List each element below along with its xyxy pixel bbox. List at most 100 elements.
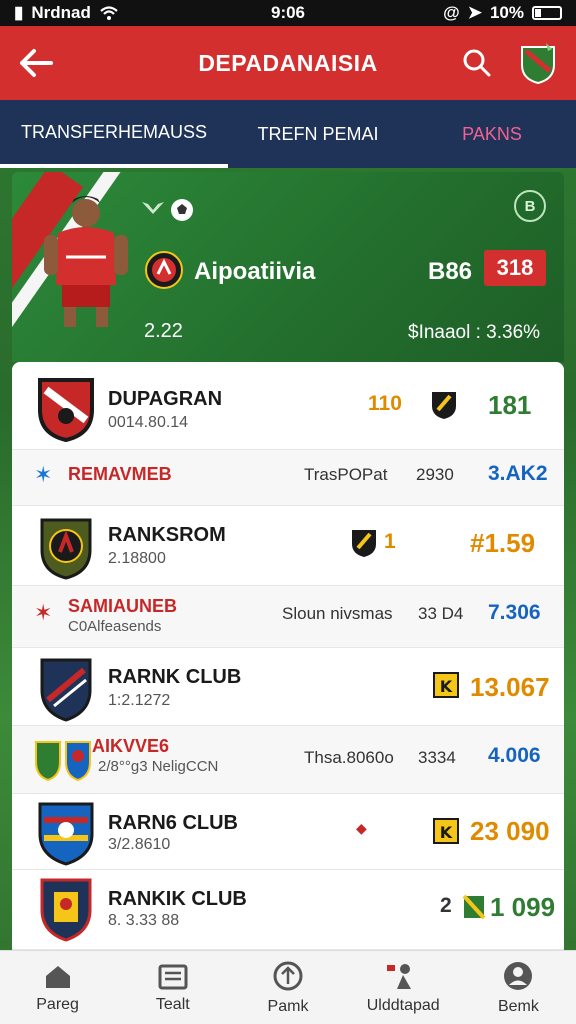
transfer-icon <box>387 963 412 989</box>
transfer-sub: 2/8°°g3 NeligCCN <box>98 758 219 775</box>
club-badge-icon <box>145 251 183 289</box>
small-dot-icon: ◆ <box>356 820 367 836</box>
club-row[interactable]: DUPAGRAN 0014.80.14 110 181 <box>12 362 564 450</box>
nav-label: Bemk <box>497 997 539 1015</box>
club-value: #1.59 <box>470 528 536 558</box>
profile-icon <box>504 961 533 990</box>
club-logo-icon[interactable] <box>518 41 558 85</box>
club-points: 110 <box>368 392 402 415</box>
club-row[interactable]: RANKIK CLUB 8. 3.33 88 2 1 099 <box>12 870 564 950</box>
club-name: RARN6 CLUB <box>108 812 238 834</box>
nav-label: Tealt <box>155 995 190 1013</box>
k-badge-icon: K <box>433 818 459 844</box>
signal-icon: ▮ <box>14 3 24 22</box>
club-value: 181 <box>488 390 532 420</box>
alarm-icon: @ <box>443 3 460 22</box>
club-crest-icon <box>40 878 92 942</box>
shield-badge-icon <box>432 392 456 419</box>
nav-item-transfers[interactable]: Ulddtapad <box>346 951 461 1024</box>
svg-text:K: K <box>440 677 453 696</box>
transfer-type: Sloun nivsmas <box>282 604 393 623</box>
wings-icon <box>142 202 164 214</box>
player-image <box>44 196 128 327</box>
club-row[interactable]: RARN6 CLUB 3/2.8610 ◆ K 23 090 <box>12 794 564 870</box>
nav-item-compass[interactable]: Pamk <box>230 951 345 1024</box>
clock: 9:06 <box>270 3 306 22</box>
bottom-nav: Pareg Tealt Pamk Ulddtapad Bemk <box>0 950 576 1024</box>
club-value: 23 090 <box>470 816 550 846</box>
hero-score-a: B86 <box>428 258 473 285</box>
club-name: DUPAGRAN <box>108 388 223 410</box>
transfer-title: AIKVVE6 <box>92 736 170 756</box>
club-crest-icon <box>40 658 92 722</box>
club-name: RARNK CLUB <box>108 666 242 688</box>
tab-transfers[interactable]: TRANSFERHEMAUSS <box>0 100 228 168</box>
transfer-list: DUPAGRAN 0014.80.14 110 181 ✶ REMAVMEB T… <box>12 362 564 950</box>
club-value: 1 099 <box>490 892 556 922</box>
page-title: DEPADANAISIA <box>198 49 378 76</box>
club-value: 13.067 <box>470 672 550 702</box>
transfer-type: Thsa.8060o <box>304 748 394 767</box>
club-sub: 8. 3.33 88 <box>108 912 180 929</box>
club-crest-icon <box>38 378 94 442</box>
club-sub: 3/2.8610 <box>108 836 171 853</box>
search-icon[interactable] <box>462 48 492 78</box>
club-points: 2 <box>440 894 452 917</box>
club-name: RANKIK CLUB <box>108 888 247 910</box>
hero-mini-icons <box>140 198 194 222</box>
nav-item-news[interactable]: Tealt <box>115 951 230 1024</box>
transfer-fee: 2930 <box>416 465 454 484</box>
transfer-title: SAMIAUNEB <box>68 596 178 616</box>
flag-badge-icon <box>462 894 486 920</box>
transfer-fee: 3334 <box>418 748 456 767</box>
hero-left-number: 2.22 <box>144 320 183 342</box>
compass-icon <box>273 961 303 990</box>
svg-text:K: K <box>440 823 453 842</box>
tab-pakns[interactable]: PAKNS <box>408 100 576 168</box>
k-badge-icon: K <box>433 672 459 698</box>
transfer-fee: 33 D4 <box>418 604 464 623</box>
battery-icon <box>532 6 562 20</box>
status-bar: ▮ Nrdnad 9:06 @ ➤ 10% <box>0 0 576 26</box>
nav-label: Pareg <box>36 995 79 1013</box>
transfer-row[interactable]: AIKVVE6 2/8°°g3 NeligCCN Thsa.8060o 3334… <box>12 726 564 794</box>
club-crest-icon <box>38 802 94 866</box>
status-right: @ ➤ 10% <box>443 3 562 23</box>
transfer-sub: C0Alfeasends <box>68 618 162 635</box>
transfer-value: 3.AK2 <box>488 462 548 485</box>
carrier-label: Nrdnad <box>31 3 91 22</box>
hero-right-stat: $Inaaol : 3.36% <box>408 322 541 343</box>
club-row[interactable]: RARNK CLUB 1:2.1272 K 13.067 <box>12 648 564 726</box>
nav-label: Ulddtapad <box>366 996 440 1014</box>
club-crest-icon <box>40 518 92 580</box>
location-icon: ➤ <box>467 3 482 22</box>
transfer-row[interactable]: ✶ SAMIAUNEB C0Alfeasends Sloun nivsmas 3… <box>12 586 564 648</box>
transfer-row[interactable]: ✶ REMAVMEB TrasPOPat 2930 3.AK2 <box>12 450 564 506</box>
club-row[interactable]: RANKSROM 2.18800 1 #1.59 <box>12 506 564 586</box>
nav-item-profile[interactable]: Bemk <box>461 951 576 1024</box>
club-sub: 1:2.1272 <box>108 692 171 709</box>
hero-score-b: 318 <box>484 250 546 286</box>
tab-bar: TRANSFERHEMAUSS TREFN PEMAI PAKNS <box>0 100 576 168</box>
wifi-icon <box>100 6 118 20</box>
star-icon: ✶ <box>34 600 53 625</box>
nav-label: Pamk <box>267 997 309 1015</box>
home-icon <box>45 965 70 988</box>
club-name: RANKSROM <box>108 524 226 546</box>
tab-pemai[interactable]: TREFN PEMAI <box>228 100 408 168</box>
news-icon <box>158 964 188 989</box>
featured-card[interactable]: Aipoatiivia B86 318 B 2.22 $Inaaol : 3.3… <box>12 172 564 362</box>
star-icon: ✶ <box>34 462 53 487</box>
transfer-value: 7.306 <box>488 601 541 624</box>
battery-label: 10% <box>489 3 524 22</box>
back-arrow-icon[interactable] <box>18 48 54 78</box>
club-sub: 2.18800 <box>108 550 166 567</box>
nav-item-home[interactable]: Pareg <box>0 951 115 1024</box>
bitcoin-badge-icon[interactable]: B <box>514 190 546 222</box>
club-sub: 0014.80.14 <box>108 414 189 431</box>
crest-pair-icon <box>35 741 91 782</box>
transfer-title: REMAVMEB <box>68 464 172 484</box>
carrier-group: ▮ Nrdnad <box>14 3 119 23</box>
transfer-value: 4.006 <box>488 744 541 767</box>
hero-club-name: Aipoatiivia <box>194 258 316 285</box>
